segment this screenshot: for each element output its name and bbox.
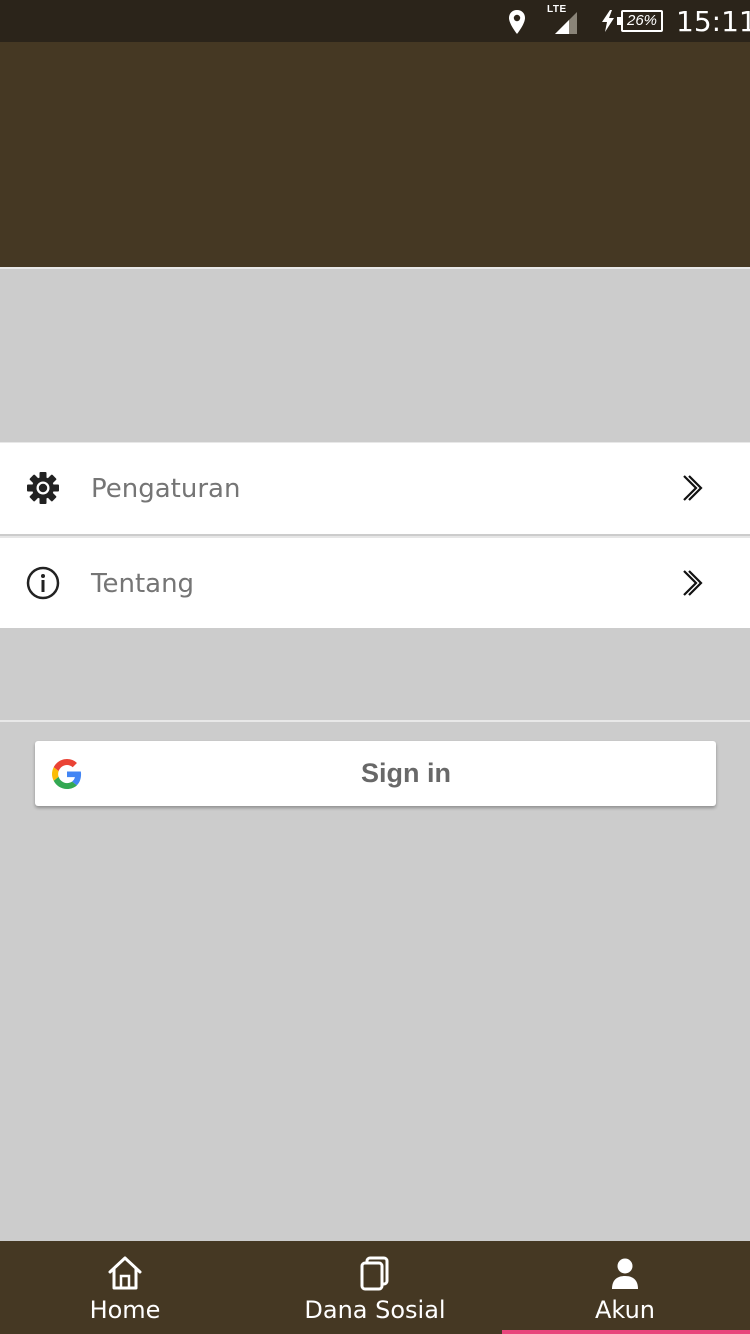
nav-item-akun[interactable]: Akun	[500, 1241, 750, 1334]
clock: 15:11	[676, 5, 750, 38]
sign-in-label: Sign in	[361, 758, 451, 788]
menu-item-tentang[interactable]: Tentang	[0, 536, 750, 628]
header-banner	[0, 42, 750, 267]
user-icon	[612, 1258, 638, 1289]
gear-icon	[27, 472, 59, 504]
charging-icon	[602, 10, 614, 32]
divider	[0, 267, 750, 269]
nav-label: Home	[89, 1296, 161, 1324]
nav-label: Dana Sosial	[304, 1296, 446, 1324]
signal-icon	[555, 12, 577, 34]
chevron-right-icon	[683, 475, 703, 501]
info-icon	[26, 566, 60, 600]
active-tab-indicator	[502, 1330, 750, 1334]
menu-item-label: Tentang	[91, 569, 195, 599]
cards-icon	[360, 1256, 389, 1291]
divider	[0, 720, 750, 722]
menu-item-pengaturan[interactable]: Pengaturan	[0, 442, 750, 534]
nav-label: Akun	[595, 1296, 655, 1324]
home-icon	[108, 1256, 142, 1290]
nav-item-dana-sosial[interactable]: Dana Sosial	[250, 1241, 500, 1334]
menu-item-label: Pengaturan	[91, 474, 241, 504]
battery-indicator: 26%	[617, 10, 663, 32]
bottom-navigation: Home Dana Sosial Akun	[0, 1241, 750, 1334]
chevron-right-icon	[683, 570, 703, 596]
status-bar: LTE 26% 15:11	[0, 0, 750, 42]
google-sign-in-button[interactable]: Sign in	[35, 741, 716, 806]
nav-item-home[interactable]: Home	[0, 1241, 250, 1334]
location-icon	[509, 10, 525, 34]
